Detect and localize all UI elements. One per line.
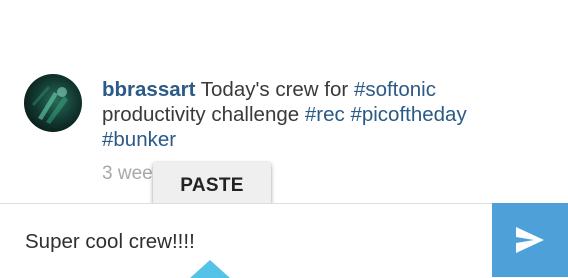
comment-input-value[interactable]: Super cool crew!!!! xyxy=(25,230,195,254)
comment-item: bbrassart Today's crew for #softonic pro… xyxy=(0,0,568,200)
hashtag-bunker[interactable]: #bunker xyxy=(102,128,176,151)
comment-username[interactable]: bbrassart xyxy=(102,78,195,101)
hashtag-picoftheday[interactable]: #picoftheday xyxy=(350,103,466,126)
hashtag-softonic[interactable]: #softonic xyxy=(354,78,436,101)
text-selection-handle[interactable] xyxy=(190,260,230,278)
send-button[interactable] xyxy=(492,203,568,277)
comment-text-part: productivity challenge xyxy=(102,103,305,126)
hashtag-rec[interactable]: #rec xyxy=(305,103,345,126)
comment-text-part: Today's crew for xyxy=(195,78,354,101)
comment-timestamp: 3 wee xyxy=(102,163,153,184)
avatar-image xyxy=(32,86,68,124)
comment-input-field[interactable]: Super cool crew!!!! xyxy=(0,204,492,277)
avatar[interactable] xyxy=(24,74,82,132)
send-icon xyxy=(516,227,544,253)
comment-text: bbrassart Today's crew for #softonic pro… xyxy=(102,77,542,152)
